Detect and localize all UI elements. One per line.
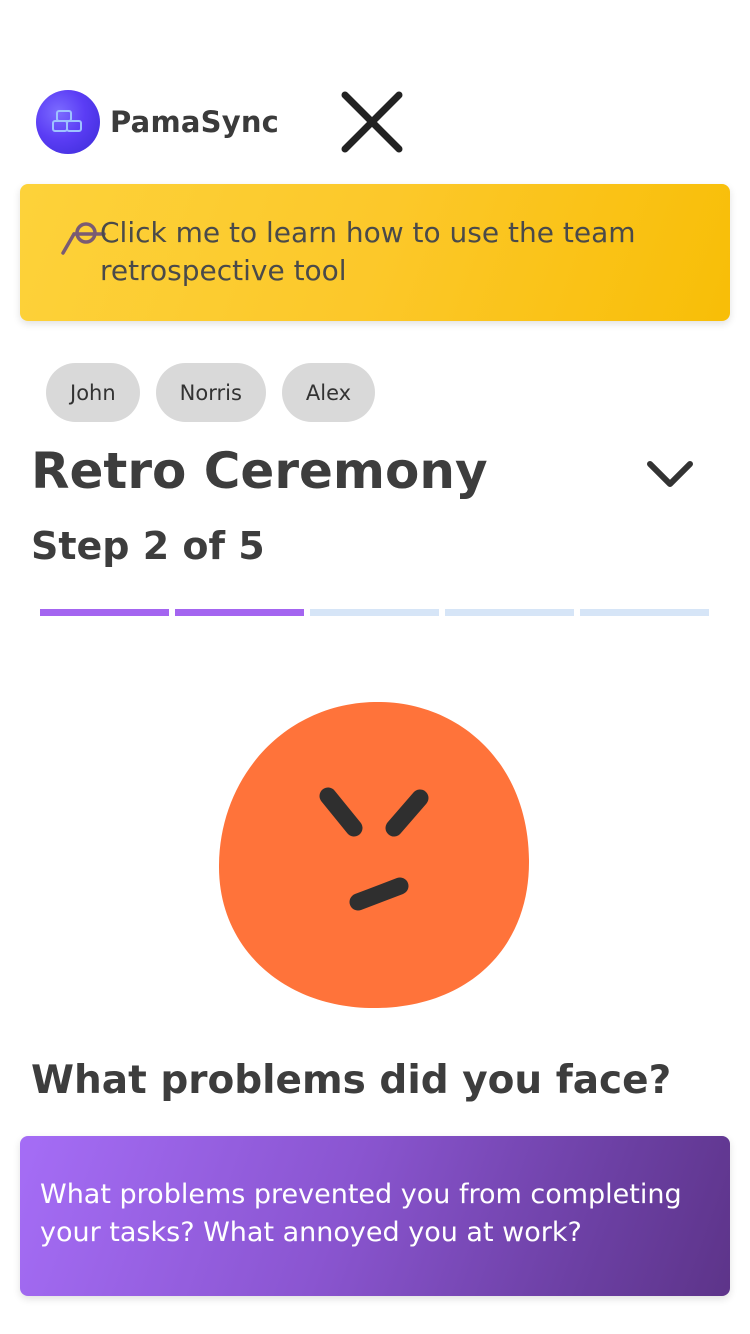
progress-segment bbox=[580, 609, 709, 616]
close-button[interactable] bbox=[338, 88, 406, 156]
app-logo bbox=[36, 90, 100, 154]
chevron-down-icon bbox=[647, 461, 693, 487]
tutorial-banner[interactable]: Click me to learn how to use the team re… bbox=[20, 184, 730, 321]
participant-chip[interactable]: John bbox=[46, 363, 140, 422]
angry-face-icon bbox=[218, 701, 530, 1008]
question-prompt-card: What problems prevented you from complet… bbox=[20, 1136, 730, 1296]
participant-chip[interactable]: Alex bbox=[281, 363, 376, 422]
retro-screen: PamaSync Click me to learn how to use th… bbox=[0, 0, 750, 1334]
stacked-blocks-icon bbox=[52, 110, 82, 132]
participant-chip[interactable]: Norris bbox=[155, 363, 266, 422]
participant-list: John Norris Alex bbox=[46, 363, 376, 422]
step-label: Step 2 of 5 bbox=[31, 524, 265, 568]
step-progress bbox=[40, 609, 709, 616]
brand: PamaSync bbox=[36, 90, 279, 154]
question-prompt: What problems prevented you from complet… bbox=[40, 1179, 682, 1248]
tutorial-banner-text: Click me to learn how to use the team re… bbox=[100, 216, 636, 287]
page-title: Retro Ceremony bbox=[31, 442, 488, 500]
progress-segment bbox=[310, 609, 439, 616]
expand-toggle[interactable] bbox=[640, 452, 700, 496]
progress-segment bbox=[40, 609, 169, 616]
progress-segment bbox=[445, 609, 574, 616]
progress-segment bbox=[175, 609, 304, 616]
question-title: What problems did you face? bbox=[31, 1058, 672, 1103]
app-name: PamaSync bbox=[110, 105, 280, 139]
close-icon bbox=[341, 91, 403, 153]
